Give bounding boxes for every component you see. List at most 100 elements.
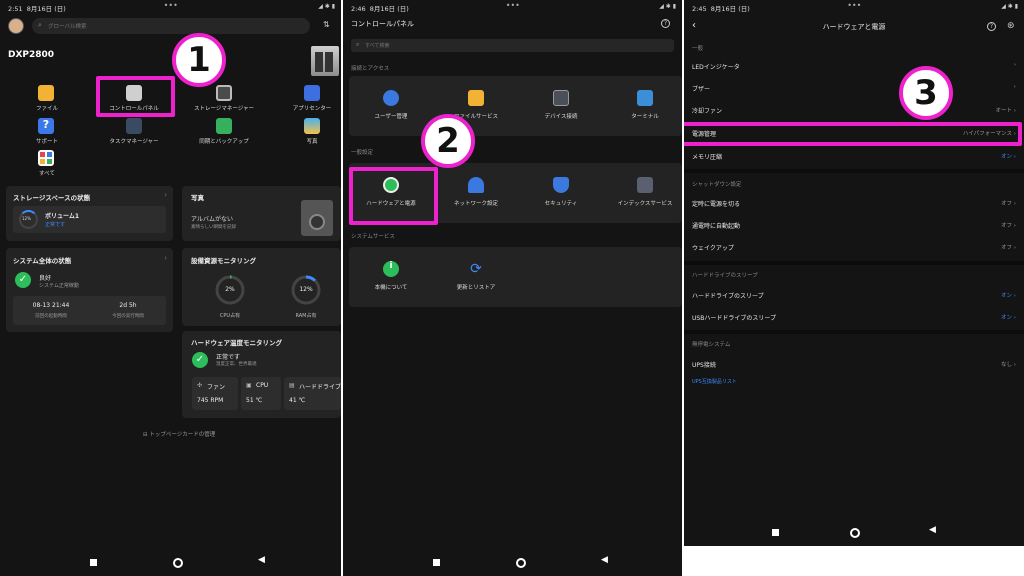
- row-label: メモリ圧縮: [692, 154, 723, 161]
- help-icon: ?: [38, 118, 54, 134]
- volume-status: 正常です: [45, 222, 66, 228]
- system-status: 良好: [39, 275, 52, 282]
- row-value: オン ›: [1001, 293, 1016, 299]
- help-icon[interactable]: ?: [661, 19, 670, 28]
- shield-icon: [553, 177, 569, 193]
- item-user-management[interactable]: ユーザー管理: [361, 90, 421, 126]
- help-icon[interactable]: ?: [987, 22, 996, 31]
- recents-button[interactable]: [772, 529, 779, 536]
- status-time: 2:45 8月16日 (日): [692, 5, 750, 13]
- storage-card-title: ストレージスペースの状態: [13, 194, 91, 202]
- fan-icon: ✣: [197, 382, 203, 389]
- volume-name: ボリューム1: [45, 213, 79, 220]
- boot-label: 前回の起動時間: [35, 314, 67, 319]
- app-all[interactable]: すべて: [22, 150, 72, 180]
- row-wakeup[interactable]: ウェイクアップ オフ ›: [684, 236, 1024, 258]
- app-label: ファイル: [35, 106, 58, 112]
- step-marker-3: 3: [899, 66, 953, 120]
- item-index-service[interactable]: インデックスサービス: [615, 177, 675, 213]
- app-task-manager[interactable]: タスクマネージャー: [109, 118, 159, 148]
- volume-item[interactable]: 12% ボリューム1 正常です: [13, 206, 166, 233]
- row-label: LEDインジケータ: [692, 64, 740, 71]
- hdd-icon: ▤: [289, 382, 295, 389]
- item-security[interactable]: セキュリティ: [531, 177, 591, 213]
- ram-label: RAM占有: [295, 313, 317, 319]
- app-label: アプリセンター: [292, 106, 332, 112]
- page-title: ハードウェアと電源: [822, 23, 886, 31]
- manage-cards-link[interactable]: ⊟ トップページカードの管理: [143, 430, 215, 438]
- system-card-title: システム全体の状態: [13, 257, 72, 265]
- item-label: 本機について: [374, 285, 408, 291]
- sort-icon[interactable]: ⇅: [323, 20, 330, 29]
- item-network-settings[interactable]: ネットワーク設定: [446, 177, 506, 213]
- highlight-hardware-power: [349, 167, 438, 225]
- app-label: タスクマネージャー: [109, 139, 159, 145]
- settings-icon[interactable]: ⊛: [1007, 21, 1015, 31]
- photo-card-title: 写真: [191, 194, 204, 202]
- home-button[interactable]: [516, 558, 526, 568]
- hw-desc: 温度正常、世界最適: [216, 362, 257, 367]
- check-icon: ✓: [15, 272, 31, 288]
- search-icon: ⌕: [38, 21, 42, 29]
- app-app-center[interactable]: アプリセンター: [287, 85, 337, 115]
- index-icon: [637, 177, 653, 193]
- row-hdd-sleep[interactable]: ハードドライブのスリープ オン ›: [684, 284, 1024, 306]
- row-cooling-fan[interactable]: 冷却ファン オート ›: [684, 99, 1024, 121]
- row-label: 冷却ファン: [692, 108, 723, 115]
- back-button[interactable]: ◀: [601, 556, 611, 566]
- storage-card[interactable]: ストレージスペースの状態 › 12% ボリューム1 正常です: [6, 186, 173, 241]
- row-led-indicator[interactable]: LEDインジケータ ›: [684, 55, 1024, 77]
- item-update-restore[interactable]: ⟳ 更新とリストア: [446, 261, 506, 297]
- control-panel-screen: 2:46 8月16日 (日) ••• ◢ ✱ ▮ コントロールパネル ? ⌕ す…: [343, 0, 682, 576]
- hw-temp-card[interactable]: ハードウェア温度モニタリング ✓ 正常です 温度正常、世界最適 ✣ ファン 74…: [182, 331, 341, 418]
- app-center-icon: [304, 85, 320, 101]
- item-about[interactable]: i 本機について: [361, 261, 421, 297]
- row-usb-hdd-sleep[interactable]: USBハードドライブのスリープ オン ›: [684, 306, 1024, 328]
- row-value: なし ›: [1001, 362, 1016, 368]
- app-label: すべて: [39, 171, 55, 177]
- avatar[interactable]: [8, 18, 24, 34]
- cpu-icon: ▣: [246, 382, 252, 389]
- section-shutdown: シャットダウン設定: [692, 182, 742, 188]
- resource-monitor-card[interactable]: 設備資源モニタリング 2% CPU占有 12% RAM占有: [182, 248, 341, 326]
- section-connection-access: 接続とアクセス: [351, 66, 390, 72]
- item-label: セキュリティ: [544, 201, 578, 207]
- row-buzzer[interactable]: ブザー ›: [684, 77, 1024, 99]
- row-memory-compression[interactable]: メモリ圧縮 オン ›: [684, 145, 1024, 167]
- ram-percent: 12%: [299, 286, 313, 293]
- recents-button[interactable]: [433, 559, 440, 566]
- row-label: UPS接続: [692, 362, 716, 369]
- check-icon: ✓: [192, 352, 208, 368]
- search-input[interactable]: ⌕ グローバル検索: [32, 18, 310, 34]
- photo-icon: [304, 118, 320, 134]
- item-terminal[interactable]: ターミナル: [615, 90, 675, 126]
- photo-card[interactable]: 写真 アルバムがない 素晴らしい瞬間を記録: [182, 186, 341, 241]
- row-value: オフ ›: [1001, 201, 1016, 207]
- app-files[interactable]: ファイル: [22, 85, 72, 115]
- back-button[interactable]: ◀: [258, 556, 268, 566]
- item-device-connection[interactable]: デバイス接続: [531, 90, 591, 126]
- app-storage-manager[interactable]: ストレージマネージャー: [194, 85, 254, 115]
- recents-button[interactable]: [90, 559, 97, 566]
- search-input[interactable]: ⌕ すべて検索: [351, 39, 674, 52]
- section-general-settings: 一般設定: [351, 150, 374, 156]
- item-label: ユーザー管理: [374, 114, 408, 120]
- back-button[interactable]: ◀: [929, 526, 939, 536]
- chevron-right-icon: ›: [164, 254, 167, 262]
- row-ups-connection[interactable]: UPS接続 なし ›: [684, 353, 1024, 375]
- home-button[interactable]: [850, 528, 860, 538]
- row-value: オン ›: [1001, 154, 1016, 160]
- row-auto-power-on[interactable]: 通電時に自動起動 オフ ›: [684, 214, 1024, 236]
- app-sync-backup[interactable]: 同期とバックアップ: [196, 118, 252, 148]
- volume-percent: 12%: [22, 216, 31, 221]
- folder-icon: [38, 85, 54, 101]
- cpu-temp-box: ▣ CPU 51 ℃: [241, 377, 281, 410]
- ups-compat-link[interactable]: UPS互換製品リスト: [692, 378, 737, 385]
- app-photos[interactable]: 写真: [287, 118, 337, 148]
- system-status-card[interactable]: システム全体の状態 › ✓ 良好 システム正常稼動 08-13 21:44 前回…: [6, 248, 173, 332]
- app-support[interactable]: ? サポート: [22, 118, 72, 148]
- highlight-power-management: [684, 122, 1022, 146]
- home-screen: 2:51 8月16日 (日) ••• ◢ ✱ ▮ ⌕ グローバル検索 ⇅ DXP…: [0, 0, 341, 576]
- row-scheduled-shutdown[interactable]: 定時に電源を切る オフ ›: [684, 192, 1024, 214]
- home-button[interactable]: [173, 558, 183, 568]
